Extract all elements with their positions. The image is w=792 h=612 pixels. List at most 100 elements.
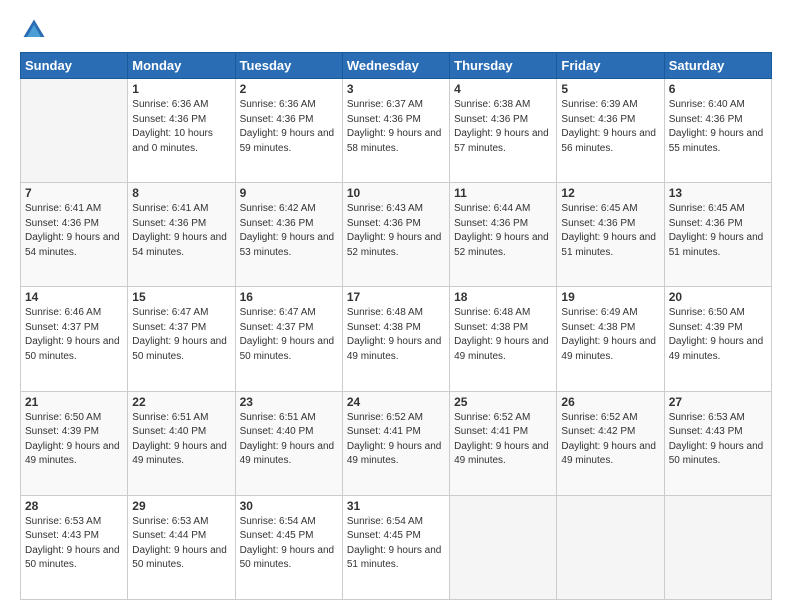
calendar-cell: 10 Sunrise: 6:43 AMSunset: 4:36 PMDayligh… <box>342 183 449 287</box>
logo <box>20 16 52 44</box>
day-number: 2 <box>240 82 338 96</box>
cell-info: Sunrise: 6:52 AMSunset: 4:41 PMDaylight:… <box>347 411 445 469</box>
calendar-cell: 31 Sunrise: 6:54 AMSunset: 4:45 PMDayligh… <box>342 495 449 599</box>
cell-info: Sunrise: 6:49 AMSunset: 4:38 PMDaylight:… <box>561 306 659 364</box>
day-number: 15 <box>132 290 230 304</box>
day-number: 4 <box>454 82 552 96</box>
cell-info: Sunrise: 6:46 AMSunset: 4:37 PMDaylight:… <box>25 306 123 364</box>
day-number: 8 <box>132 186 230 200</box>
weekday-header: Friday <box>557 53 664 79</box>
calendar-cell: 15Sunrise: 6:47 AMSunset: 4:37 PMDayligh… <box>128 287 235 391</box>
calendar-cell: 21 Sunrise: 6:50 AMSunset: 4:39 PMDayligh… <box>21 391 128 495</box>
calendar-cell: 13Sunrise: 6:45 AMSunset: 4:36 PMDayligh… <box>664 183 771 287</box>
cell-info: Sunrise: 6:43 AMSunset: 4:36 PMDaylight:… <box>347 202 445 260</box>
day-number: 26 <box>561 395 659 409</box>
logo-icon <box>20 16 48 44</box>
weekday-header: Wednesday <box>342 53 449 79</box>
calendar-week-row: 14 Sunrise: 6:46 AMSunset: 4:37 PMDayligh… <box>21 287 772 391</box>
day-number: 10 <box>347 186 445 200</box>
weekday-header: Saturday <box>664 53 771 79</box>
calendar-cell: 16 Sunrise: 6:47 AMSunset: 4:37 PMDayligh… <box>235 287 342 391</box>
header <box>20 16 772 44</box>
calendar-cell: 14 Sunrise: 6:46 AMSunset: 4:37 PMDayligh… <box>21 287 128 391</box>
calendar-cell: 5 Sunrise: 6:39 AMSunset: 4:36 PMDaylight… <box>557 79 664 183</box>
day-number: 28 <box>25 499 123 513</box>
calendar-cell: 28Sunrise: 6:53 AMSunset: 4:43 PMDayligh… <box>21 495 128 599</box>
cell-info: Sunrise: 6:53 AMSunset: 4:44 PMDaylight:… <box>132 515 230 573</box>
calendar-cell <box>21 79 128 183</box>
calendar-week-row: 21 Sunrise: 6:50 AMSunset: 4:39 PMDayligh… <box>21 391 772 495</box>
calendar-cell: 17 Sunrise: 6:48 AMSunset: 4:38 PMDayligh… <box>342 287 449 391</box>
day-number: 13 <box>669 186 767 200</box>
calendar-cell: 2 Sunrise: 6:36 AMSunset: 4:36 PMDaylight… <box>235 79 342 183</box>
calendar-cell: 18 Sunrise: 6:48 AMSunset: 4:38 PMDayligh… <box>450 287 557 391</box>
weekday-header: Thursday <box>450 53 557 79</box>
day-number: 14 <box>25 290 123 304</box>
cell-info: Sunrise: 6:48 AMSunset: 4:38 PMDaylight:… <box>454 306 552 364</box>
calendar-week-row: 28Sunrise: 6:53 AMSunset: 4:43 PMDayligh… <box>21 495 772 599</box>
calendar-cell: 9 Sunrise: 6:42 AMSunset: 4:36 PMDaylight… <box>235 183 342 287</box>
cell-info: Sunrise: 6:50 AMSunset: 4:39 PMDaylight:… <box>669 306 767 364</box>
cell-info: Sunrise: 6:39 AMSunset: 4:36 PMDaylight:… <box>561 98 659 156</box>
calendar-cell: 23 Sunrise: 6:51 AMSunset: 4:40 PMDayligh… <box>235 391 342 495</box>
calendar-cell: 19 Sunrise: 6:49 AMSunset: 4:38 PMDayligh… <box>557 287 664 391</box>
calendar-cell: 26 Sunrise: 6:52 AMSunset: 4:42 PMDayligh… <box>557 391 664 495</box>
day-number: 9 <box>240 186 338 200</box>
day-number: 5 <box>561 82 659 96</box>
cell-info: Sunrise: 6:52 AMSunset: 4:42 PMDaylight:… <box>561 411 659 469</box>
day-number: 7 <box>25 186 123 200</box>
page: SundayMondayTuesdayWednesdayThursdayFrid… <box>0 0 792 612</box>
weekday-header: Tuesday <box>235 53 342 79</box>
day-number: 20 <box>669 290 767 304</box>
day-number: 29 <box>132 499 230 513</box>
cell-info: Sunrise: 6:51 AMSunset: 4:40 PMDaylight:… <box>240 411 338 469</box>
cell-info: Sunrise: 6:54 AMSunset: 4:45 PMDaylight:… <box>347 515 445 573</box>
calendar-cell: 29 Sunrise: 6:53 AMSunset: 4:44 PMDayligh… <box>128 495 235 599</box>
cell-info: Sunrise: 6:37 AMSunset: 4:36 PMDaylight:… <box>347 98 445 156</box>
calendar-cell: 1 Sunrise: 6:36 AMSunset: 4:36 PMDaylight… <box>128 79 235 183</box>
calendar-cell: 12 Sunrise: 6:45 AMSunset: 4:36 PMDayligh… <box>557 183 664 287</box>
day-number: 24 <box>347 395 445 409</box>
cell-info: Sunrise: 6:38 AMSunset: 4:36 PMDaylight:… <box>454 98 552 156</box>
cell-info: Sunrise: 6:36 AMSunset: 4:36 PMDaylight:… <box>240 98 338 156</box>
weekday-header: Sunday <box>21 53 128 79</box>
calendar-table: SundayMondayTuesdayWednesdayThursdayFrid… <box>20 52 772 600</box>
cell-info: Sunrise: 6:41 AMSunset: 4:36 PMDaylight:… <box>25 202 123 260</box>
day-number: 21 <box>25 395 123 409</box>
calendar-cell <box>450 495 557 599</box>
day-number: 25 <box>454 395 552 409</box>
calendar-cell: 24 Sunrise: 6:52 AMSunset: 4:41 PMDayligh… <box>342 391 449 495</box>
day-number: 31 <box>347 499 445 513</box>
cell-info: Sunrise: 6:42 AMSunset: 4:36 PMDaylight:… <box>240 202 338 260</box>
calendar-week-row: 1 Sunrise: 6:36 AMSunset: 4:36 PMDaylight… <box>21 79 772 183</box>
day-number: 23 <box>240 395 338 409</box>
weekday-header: Monday <box>128 53 235 79</box>
cell-info: Sunrise: 6:48 AMSunset: 4:38 PMDaylight:… <box>347 306 445 364</box>
calendar-cell <box>664 495 771 599</box>
cell-info: Sunrise: 6:53 AMSunset: 4:43 PMDaylight:… <box>669 411 767 469</box>
day-number: 27 <box>669 395 767 409</box>
cell-info: Sunrise: 6:45 AMSunset: 4:36 PMDaylight:… <box>561 202 659 260</box>
calendar-cell: 3 Sunrise: 6:37 AMSunset: 4:36 PMDaylight… <box>342 79 449 183</box>
day-number: 1 <box>132 82 230 96</box>
cell-info: Sunrise: 6:51 AMSunset: 4:40 PMDaylight:… <box>132 411 230 469</box>
cell-info: Sunrise: 6:40 AMSunset: 4:36 PMDaylight:… <box>669 98 767 156</box>
calendar-cell: 11Sunrise: 6:44 AMSunset: 4:36 PMDayligh… <box>450 183 557 287</box>
day-number: 19 <box>561 290 659 304</box>
calendar-cell: 30Sunrise: 6:54 AMSunset: 4:45 PMDayligh… <box>235 495 342 599</box>
cell-info: Sunrise: 6:47 AMSunset: 4:37 PMDaylight:… <box>240 306 338 364</box>
calendar-cell: 22 Sunrise: 6:51 AMSunset: 4:40 PMDayligh… <box>128 391 235 495</box>
cell-info: Sunrise: 6:36 AMSunset: 4:36 PMDaylight:… <box>132 98 230 156</box>
cell-info: Sunrise: 6:41 AMSunset: 4:36 PMDaylight:… <box>132 202 230 260</box>
cell-info: Sunrise: 6:50 AMSunset: 4:39 PMDaylight:… <box>25 411 123 469</box>
day-number: 3 <box>347 82 445 96</box>
day-number: 18 <box>454 290 552 304</box>
day-number: 12 <box>561 186 659 200</box>
day-number: 22 <box>132 395 230 409</box>
calendar-cell: 27 Sunrise: 6:53 AMSunset: 4:43 PMDayligh… <box>664 391 771 495</box>
day-number: 16 <box>240 290 338 304</box>
day-number: 17 <box>347 290 445 304</box>
calendar-cell: 7 Sunrise: 6:41 AMSunset: 4:36 PMDaylight… <box>21 183 128 287</box>
calendar-cell: 20 Sunrise: 6:50 AMSunset: 4:39 PMDayligh… <box>664 287 771 391</box>
cell-info: Sunrise: 6:52 AMSunset: 4:41 PMDaylight:… <box>454 411 552 469</box>
